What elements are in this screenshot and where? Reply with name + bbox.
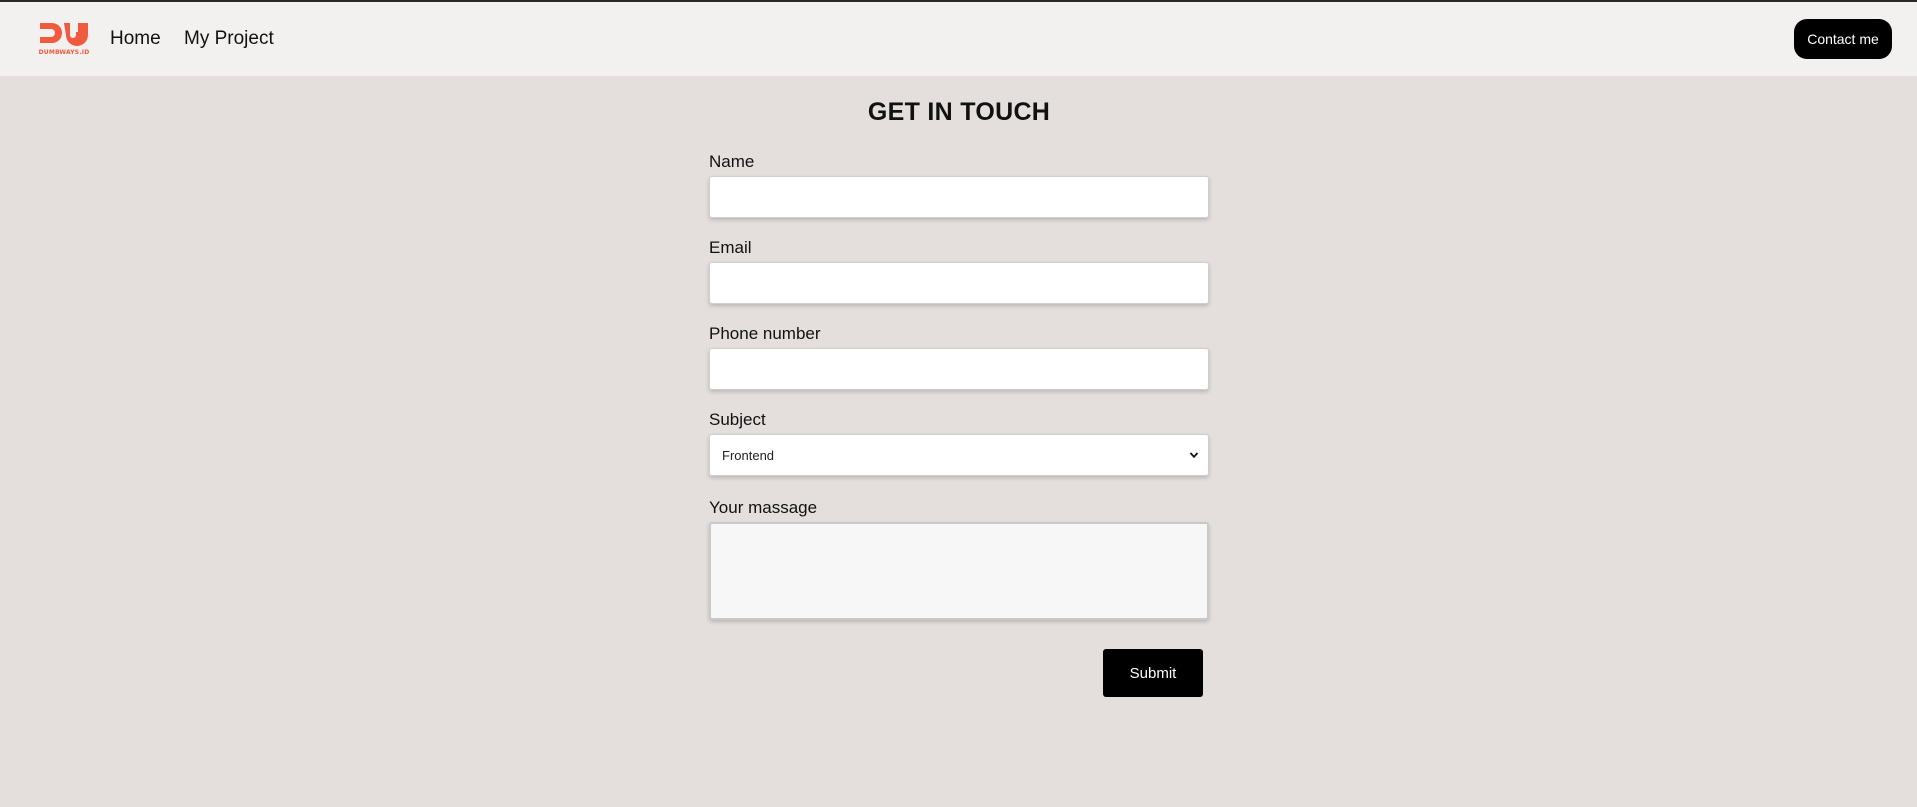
nav-my-project-link[interactable]: My Project [184,28,274,50]
navbar: DUMBWAYS.ID Home My Project Contact me [0,2,1917,76]
dumbways-logo[interactable]: DUMBWAYS.ID [38,20,90,58]
email-label: Email [709,238,752,257]
name-input[interactable] [709,176,1209,218]
dw-logo-mark-icon [40,23,88,46]
phone-label: Phone number [709,324,821,343]
name-label: Name [709,152,755,171]
email-input[interactable] [709,262,1209,304]
subject-label: Subject [709,410,766,429]
message-textarea[interactable] [709,522,1209,620]
submit-button[interactable]: Submit [1103,649,1203,697]
page-title: GET IN TOUCH [867,98,1051,126]
message-label: Your massage [709,498,818,517]
subject-select[interactable]: Frontend [709,434,1209,476]
logo-text: DUMBWAYS.ID [38,49,90,56]
nav-home-link[interactable]: Home [110,28,161,50]
contact-me-button[interactable]: Contact me [1794,19,1892,59]
phone-input[interactable] [709,348,1209,390]
